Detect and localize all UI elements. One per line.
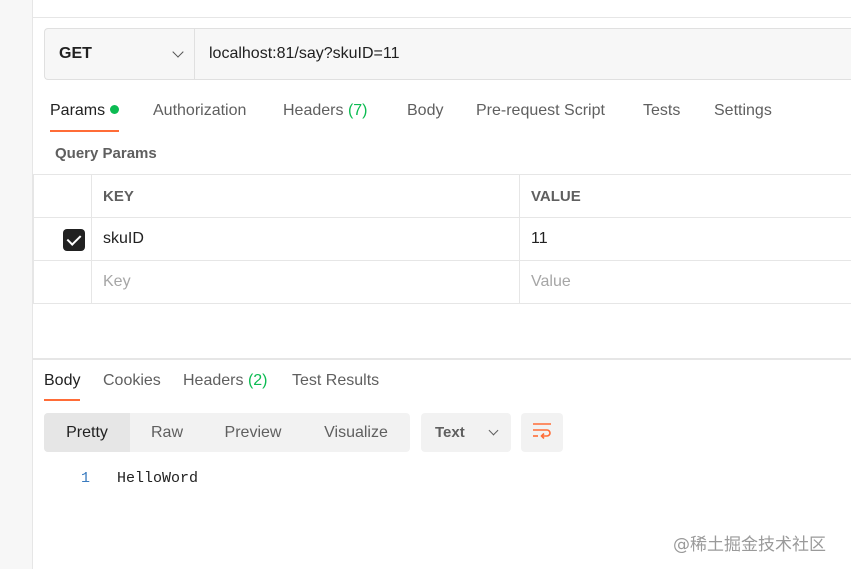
view-preview-button[interactable]: Preview (204, 413, 302, 452)
chevron-down-icon (488, 425, 499, 436)
response-tab-body[interactable]: Body (44, 362, 81, 402)
new-param-value-input[interactable]: Value (520, 261, 851, 303)
watermark-text: @稀土掘金技术社区 (673, 535, 826, 555)
param-value[interactable]: 11 (520, 218, 851, 260)
response-tabs: Body Cookies Headers (2) Test Results (33, 362, 851, 402)
response-body-editor[interactable]: 1 HelloWord (33, 467, 633, 491)
tab-settings-label: Settings (714, 102, 772, 119)
header-value: VALUE (531, 187, 581, 205)
line-number: 1 (81, 470, 91, 487)
view-pretty-button[interactable]: Pretty (44, 413, 130, 452)
response-tab-test-results-label: Test Results (292, 372, 380, 389)
param-key[interactable]: skuID (92, 218, 520, 260)
params-header-row: KEY VALUE (33, 175, 851, 218)
tab-params[interactable]: Params (50, 90, 120, 134)
tab-headers[interactable]: Headers (7) (283, 90, 368, 134)
url-input[interactable] (195, 29, 851, 79)
top-tab-strip (33, 0, 851, 18)
wrap-lines-button[interactable] (521, 413, 563, 452)
wrap-lines-icon (532, 421, 552, 444)
header-check-cell (33, 175, 92, 217)
tab-params-label: Params (50, 102, 106, 119)
tab-authorization[interactable]: Authorization (153, 90, 246, 134)
tab-body[interactable]: Body (407, 90, 443, 134)
param-checkbox[interactable] (63, 229, 85, 251)
left-sidebar-strip (0, 0, 33, 569)
new-param-key-input[interactable]: Key (92, 261, 520, 303)
method-label: GET (59, 45, 92, 62)
response-tab-cookies[interactable]: Cookies (103, 362, 161, 402)
view-raw-button[interactable]: Raw (130, 413, 204, 452)
response-tab-test-results[interactable]: Test Results (292, 362, 379, 402)
method-select[interactable]: GET (45, 29, 195, 79)
table-row-empty: Key Value (33, 261, 851, 304)
code-line: HelloWord (117, 470, 199, 487)
tab-pre-request-script[interactable]: Pre-request Script (476, 90, 605, 134)
query-params-title: Query Params (55, 145, 157, 162)
response-tab-headers-label: Headers (183, 372, 244, 389)
request-tabs: Params Authorization Headers (7) Body Pr… (33, 90, 851, 134)
pane-divider[interactable] (33, 358, 851, 360)
tab-headers-count: (7) (347, 102, 368, 119)
tab-tests-label: Tests (643, 102, 681, 119)
tab-tests[interactable]: Tests (643, 90, 680, 134)
response-tab-cookies-label: Cookies (103, 372, 161, 389)
response-tab-headers-count: (2) (247, 372, 268, 389)
tab-headers-label: Headers (283, 102, 344, 119)
tab-body-label: Body (407, 102, 444, 119)
response-tab-body-label: Body (44, 372, 81, 389)
tab-pre-request-script-label: Pre-request Script (476, 102, 605, 119)
row-check-cell (33, 218, 92, 260)
response-tab-headers[interactable]: Headers (2) (183, 362, 268, 402)
tab-settings[interactable]: Settings (714, 90, 772, 134)
row-check-cell (33, 261, 92, 303)
active-tab-underline (44, 399, 81, 401)
tab-authorization-label: Authorization (153, 102, 247, 119)
language-label: Text (435, 424, 465, 441)
active-tab-underline (50, 130, 120, 132)
url-bar: GET (44, 28, 851, 80)
params-active-dot-icon (110, 105, 120, 114)
table-row: skuID 11 (33, 218, 851, 261)
view-mode-group: Pretty Raw Preview Visualize (44, 413, 410, 452)
language-select[interactable]: Text (421, 413, 511, 452)
params-table: KEY VALUE skuID 11 Key Value (33, 174, 851, 304)
header-key: KEY (92, 175, 520, 217)
view-visualize-button[interactable]: Visualize (302, 413, 410, 452)
chevron-down-icon (172, 46, 184, 58)
